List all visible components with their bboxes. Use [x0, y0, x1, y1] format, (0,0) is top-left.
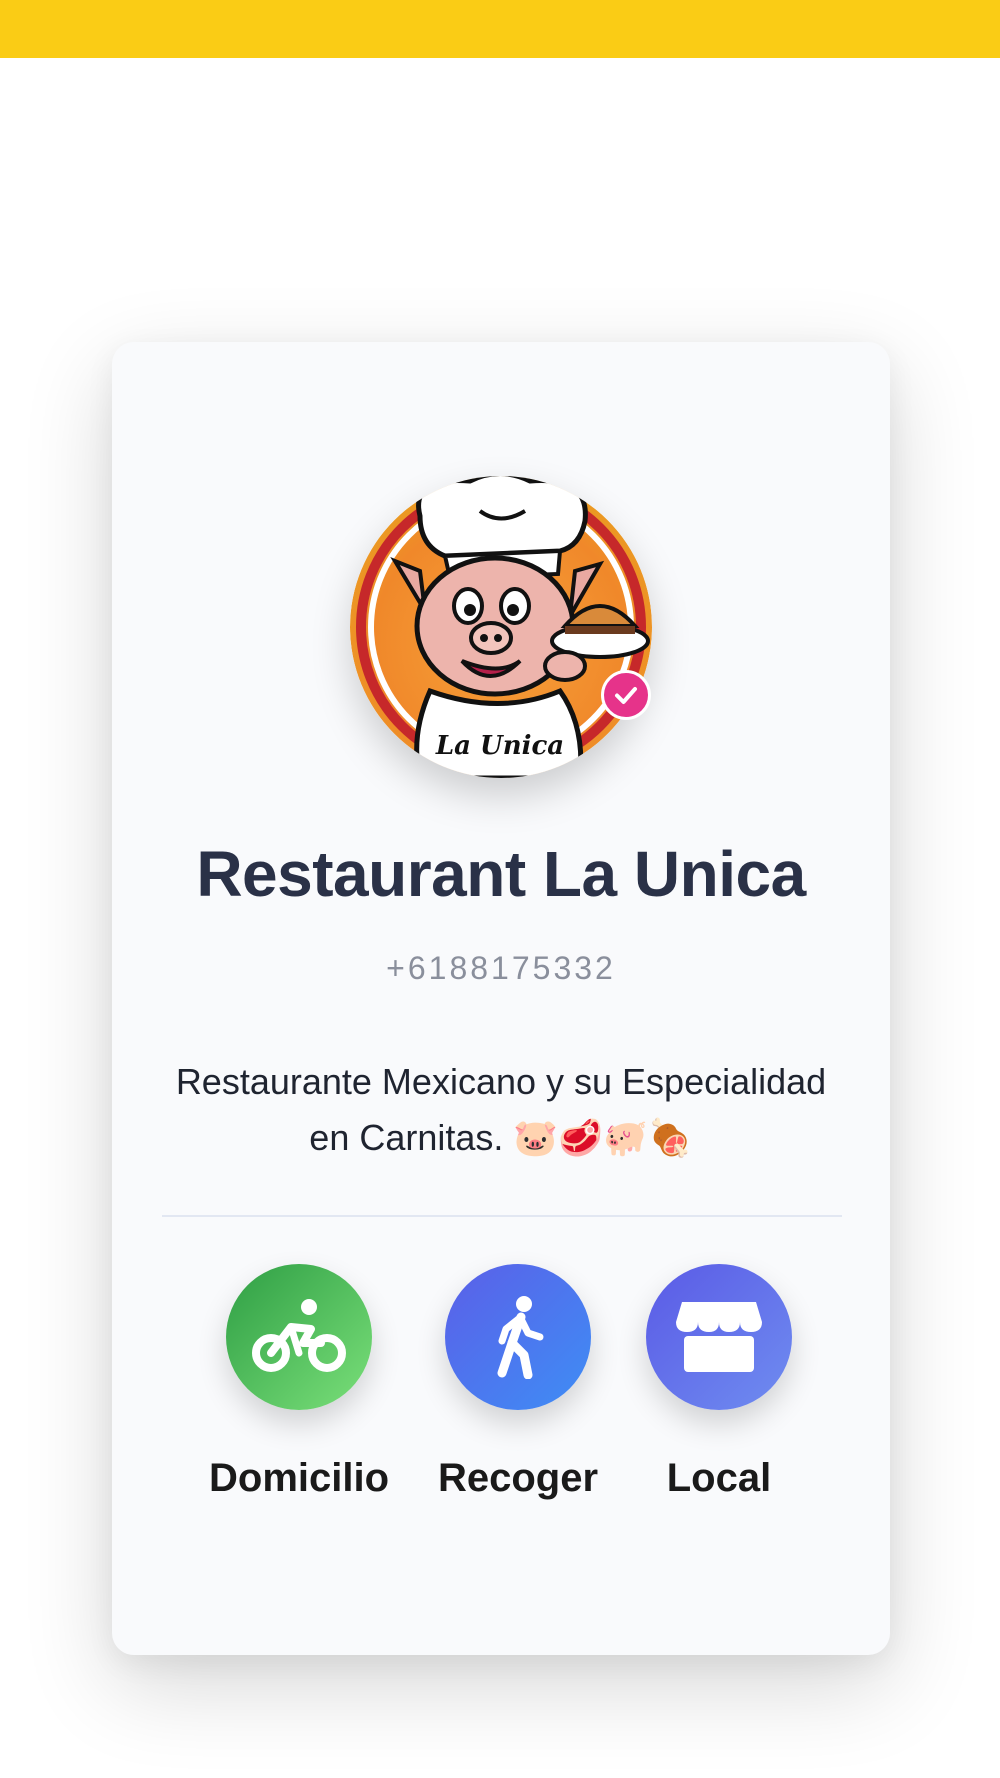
logo-text: La Unica: [435, 731, 564, 761]
walking-icon: [497, 1296, 544, 1379]
restaurant-phone: +6188175332: [386, 950, 616, 986]
store-icon: [676, 1302, 762, 1372]
pickup-label[interactable]: Recoger: [428, 1456, 608, 1501]
pickup-button[interactable]: [445, 1264, 591, 1410]
check-icon: [615, 687, 637, 704]
restaurant-description: Restaurante Mexicano y su Especialidad e…: [175, 1061, 827, 1158]
verified-badge: [601, 670, 651, 720]
bicycle-icon: [252, 1299, 346, 1372]
restaurant-card: La Unica Restaurant La Unica +6188175332…: [112, 342, 890, 1655]
restaurant-name: Restaurant La Unica: [196, 838, 806, 910]
delivery-label[interactable]: Domicilio: [209, 1456, 389, 1501]
dine-in-button[interactable]: [646, 1264, 792, 1410]
dine-in-label[interactable]: Local: [629, 1456, 809, 1501]
avatar-wrapper: La Unica: [350, 476, 652, 778]
top-bar: [0, 0, 1000, 58]
pig-chef-logo-image: La Unica: [350, 476, 652, 778]
restaurant-logo: La Unica: [350, 476, 652, 778]
delivery-option[interactable]: Domicilio: [209, 1264, 389, 1501]
delivery-button[interactable]: [226, 1264, 372, 1410]
dine-in-option[interactable]: Local: [629, 1264, 809, 1501]
pickup-option[interactable]: Recoger: [428, 1264, 608, 1501]
divider: [162, 1215, 842, 1217]
